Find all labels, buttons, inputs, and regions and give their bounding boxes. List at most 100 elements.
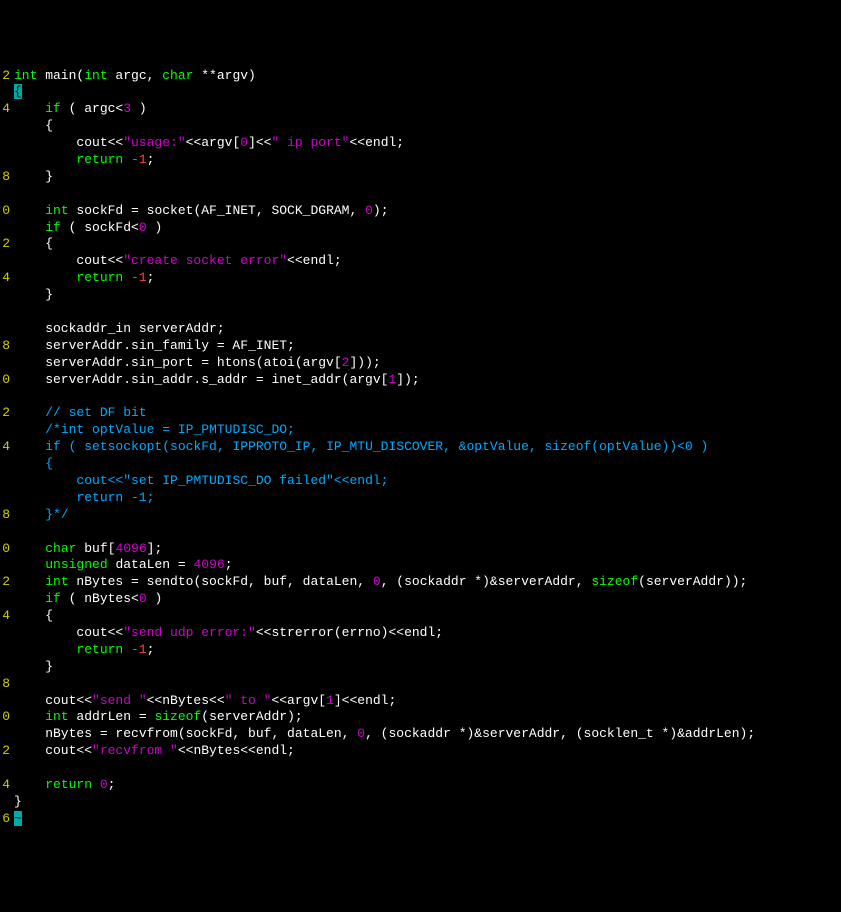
code-line[interactable]: cout<<"send udp error:"<<strerror(errno)… xyxy=(14,625,841,642)
code-line[interactable]: }*/ xyxy=(14,507,841,524)
code-token: <<endl; xyxy=(349,135,404,150)
code-line[interactable]: sockaddr_in serverAddr; xyxy=(14,321,841,338)
code-line[interactable]: } xyxy=(14,659,841,676)
code-line[interactable] xyxy=(14,186,841,203)
code-token: serverAddr.sin_port = htons(atoi(argv[ xyxy=(14,355,342,370)
line-number: 4 xyxy=(0,270,10,287)
line-number: 2 xyxy=(0,574,10,591)
code-line[interactable]: if ( setsockopt(sockFd, IPPROTO_IP, IP_M… xyxy=(14,439,841,456)
line-number: 8 xyxy=(0,169,10,186)
code-line[interactable]: ~ xyxy=(14,811,841,828)
code-line[interactable] xyxy=(14,524,841,541)
code-token: int xyxy=(14,68,37,83)
code-token: -1 xyxy=(131,152,147,167)
code-token: 0 xyxy=(100,777,108,792)
code-token: unsigned xyxy=(45,557,107,572)
code-token xyxy=(14,541,45,556)
code-token: return xyxy=(76,642,123,657)
code-line[interactable]: if ( argc<3 ) xyxy=(14,101,841,118)
code-token xyxy=(14,473,45,488)
line-number xyxy=(0,557,10,574)
code-token: int xyxy=(84,68,107,83)
code-line[interactable]: return -1; xyxy=(14,152,841,169)
code-token: , (sockaddr *)&serverAddr, xyxy=(381,574,592,589)
code-token: **argv) xyxy=(193,68,255,83)
code-token: sizeof xyxy=(591,574,638,589)
code-token: 4096 xyxy=(193,557,224,572)
line-number xyxy=(0,253,10,270)
code-token: nBytes = sendto(sockFd, buf, dataLen, xyxy=(69,574,373,589)
code-token: (serverAddr)); xyxy=(638,574,747,589)
code-line[interactable]: { xyxy=(14,456,841,473)
code-line[interactable]: return -1; xyxy=(14,642,841,659)
code-token: dataLen = xyxy=(108,557,194,572)
code-token: } xyxy=(14,794,30,809)
code-token xyxy=(14,101,45,116)
code-line[interactable]: nBytes = recvfrom(sockFd, buf, dataLen, … xyxy=(14,726,841,743)
code-line[interactable]: cout<<"send "<<nBytes<<" to "<<argv[1]<<… xyxy=(14,693,841,710)
code-token: <<nBytes<<endl; xyxy=(178,743,295,758)
code-token: { xyxy=(14,118,53,133)
code-token: ) xyxy=(147,220,163,235)
code-line[interactable]: int nBytes = sendto(sockFd, buf, dataLen… xyxy=(14,574,841,591)
code-line[interactable]: /*int optValue = IP_PMTUDISC_DO; xyxy=(14,422,841,439)
code-line[interactable]: { xyxy=(14,236,841,253)
code-token xyxy=(14,591,45,606)
code-line[interactable] xyxy=(14,388,841,405)
code-token: cout<< xyxy=(14,253,123,268)
code-token: ; xyxy=(147,270,155,285)
code-line[interactable]: serverAddr.sin_port = htons(atoi(argv[2]… xyxy=(14,355,841,372)
code-line[interactable]: { xyxy=(14,84,841,101)
code-line[interactable]: // set DF bit xyxy=(14,405,841,422)
code-line[interactable]: if ( nBytes<0 ) xyxy=(14,591,841,608)
code-line[interactable]: serverAddr.sin_addr.s_addr = inet_addr(a… xyxy=(14,372,841,389)
code-token: if xyxy=(45,220,61,235)
code-token: ]<< xyxy=(248,135,271,150)
line-number: 8 xyxy=(0,676,10,693)
code-line[interactable]: } xyxy=(14,287,841,304)
line-number xyxy=(0,726,10,743)
code-line[interactable]: unsigned dataLen = 4096; xyxy=(14,557,841,574)
code-token: ~ xyxy=(14,811,22,826)
code-line[interactable]: cout<<"create socket error"<<endl; xyxy=(14,253,841,270)
code-line[interactable]: } xyxy=(14,794,841,811)
code-line[interactable] xyxy=(14,760,841,777)
code-token: sizeof xyxy=(154,709,201,724)
code-line[interactable]: if ( sockFd<0 ) xyxy=(14,220,841,237)
code-token xyxy=(14,709,45,724)
line-number: 0 xyxy=(0,709,10,726)
line-number: 4 xyxy=(0,608,10,625)
line-number xyxy=(0,625,10,642)
code-line[interactable]: { xyxy=(14,608,841,625)
code-line[interactable]: return -1; xyxy=(14,270,841,287)
code-line[interactable] xyxy=(14,304,841,321)
code-line[interactable]: cout<<"recvfrom "<<nBytes<<endl; xyxy=(14,743,841,760)
code-token: serverAddr.sin_addr.s_addr = inet_addr(a… xyxy=(14,372,388,387)
line-number: 4 xyxy=(0,101,10,118)
code-line[interactable]: cout<<"usage:"<<argv[0]<<" ip port"<<end… xyxy=(14,135,841,152)
code-area[interactable]: int main(int argc, char **argv){ if ( ar… xyxy=(14,68,841,828)
code-token: cout<< xyxy=(14,625,123,640)
code-token: 0 xyxy=(139,591,147,606)
line-number: 2 xyxy=(0,405,10,422)
code-token xyxy=(14,507,45,522)
line-number: 2 xyxy=(0,743,10,760)
code-token xyxy=(14,439,45,454)
code-line[interactable]: } xyxy=(14,169,841,186)
code-line[interactable]: int addrLen = sizeof(serverAddr); xyxy=(14,709,841,726)
code-token: ( argc< xyxy=(61,101,123,116)
code-line[interactable]: char buf[4096]; xyxy=(14,541,841,558)
code-line[interactable] xyxy=(14,676,841,693)
code-editor[interactable]: 2 4 8 0 2 4 8 0 2 4 8 0 2 4 8 0 2 4 6 in… xyxy=(0,68,841,828)
code-line[interactable]: cout<<"set IP_PMTUDISC_DO failed"<<endl; xyxy=(14,473,841,490)
code-line[interactable]: int main(int argc, char **argv) xyxy=(14,68,841,85)
code-line[interactable]: int sockFd = socket(AF_INET, SOCK_DGRAM,… xyxy=(14,203,841,220)
code-line[interactable]: return 0; xyxy=(14,777,841,794)
code-line[interactable]: serverAddr.sin_family = AF_INET; xyxy=(14,338,841,355)
code-token: 0 xyxy=(139,220,147,235)
code-token xyxy=(14,220,45,235)
code-line[interactable]: return -1; xyxy=(14,490,841,507)
line-number xyxy=(0,693,10,710)
code-line[interactable]: { xyxy=(14,118,841,135)
line-number: 8 xyxy=(0,507,10,524)
